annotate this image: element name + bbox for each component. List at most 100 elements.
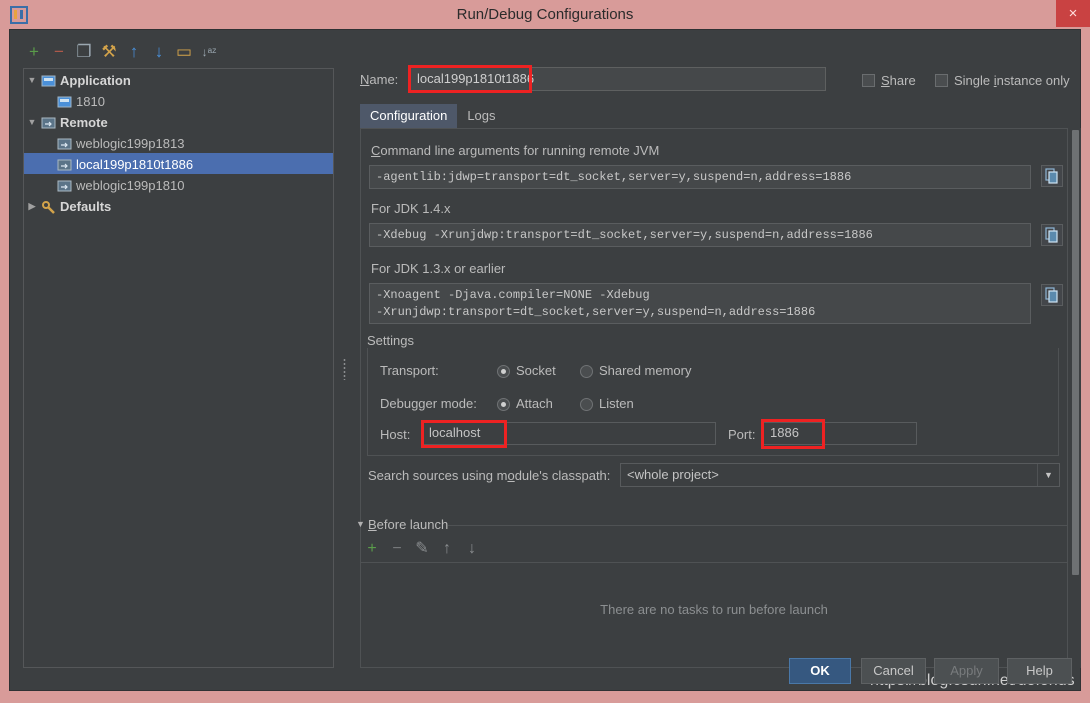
add-configuration-button[interactable]: +	[23, 40, 45, 64]
tree-item-1810[interactable]: 1810	[24, 90, 333, 111]
radio-debugger-attach[interactable]: Attach	[497, 396, 553, 412]
tree-group-defaults[interactable]: ▶ Defaults	[24, 195, 333, 216]
copy-icon: ❐	[76, 42, 92, 61]
before-launch-header: ▼ Before launch	[356, 517, 1068, 533]
before-launch-twisty-icon[interactable]: ▼	[356, 519, 365, 529]
chevron-right-icon[interactable]: ▶	[24, 196, 40, 217]
help-button[interactable]: Help	[1007, 658, 1072, 684]
tree-item-label: local199p1810t1886	[76, 157, 194, 173]
before-launch-add-button[interactable]: +	[360, 538, 384, 560]
configurations-tree[interactable]: ▼ Application 1810 ▼ Remote weblogic199p1813 l…	[23, 68, 334, 668]
name-input[interactable]: local199p1810t1886	[410, 67, 826, 91]
remove-configuration-button[interactable]: −	[48, 40, 70, 64]
cancel-button-label: Cancel	[873, 663, 914, 678]
radio-icon	[497, 365, 510, 379]
radio-icon	[497, 398, 510, 412]
tree-item-local199p1810t1886[interactable]: local199p1810t1886	[24, 153, 333, 174]
apply-button: Apply	[934, 658, 999, 684]
radio-icon	[580, 398, 593, 412]
dialog-body: + − ❐ ⚒ ↑ ↓ ▭ ↓ᵃᶻ ▼ Application 1810 ▼ Remote weblog…	[9, 29, 1081, 691]
tab-logs[interactable]: Logs	[457, 104, 505, 128]
config-scrollbar[interactable]	[1070, 128, 1081, 668]
tree-group-remote[interactable]: ▼ Remote	[24, 111, 333, 132]
radio-transport-shared-memory[interactable]: Shared memory	[580, 363, 691, 379]
chevron-down-icon[interactable]: ▼	[24, 70, 40, 91]
wrench-icon: ⚒	[101, 42, 117, 61]
single-instance-only-checkbox[interactable]: Single instance only	[935, 72, 1070, 88]
edit-defaults-button[interactable]: ⚒	[98, 40, 120, 64]
before-launch-divider	[448, 525, 1068, 526]
pencil-icon: ✎	[415, 540, 429, 557]
command-line-value[interactable]: -agentlib:jdwp=transport=dt_socket,serve…	[369, 165, 1031, 189]
tree-item-label: Remote	[60, 115, 108, 131]
close-icon[interactable]: ×	[1056, 0, 1090, 27]
transport-label: Transport:	[380, 363, 439, 378]
application-icon	[56, 94, 73, 108]
window-title: Run/Debug Configurations	[456, 6, 634, 23]
copy-command-line-button[interactable]	[1041, 165, 1063, 187]
run-debug-configurations-window: Run/Debug Configurations × + − ❐ ⚒ ↑ ↓ ▭ ↓ᵃᶻ ▼ A…	[0, 0, 1090, 703]
ok-button[interactable]: OK	[789, 658, 851, 684]
radio-debugger-listen-label: Listen	[599, 396, 634, 411]
jdk14-value[interactable]: -Xdebug -Xrunjdwp:transport=dt_socket,se…	[369, 223, 1031, 247]
tree-item-label: weblogic199p1813	[76, 136, 185, 152]
name-label-mnemonic: N	[360, 72, 370, 87]
radio-transport-socket-label: Socket	[516, 363, 556, 378]
copy-jdk14-button[interactable]	[1041, 224, 1063, 246]
copy-configuration-button[interactable]: ❐	[73, 40, 95, 64]
share-checkbox[interactable]: Share	[862, 72, 916, 88]
arrow-up-icon: ↑	[129, 42, 139, 61]
sort-configurations-button[interactable]: ↓ᵃᶻ	[198, 40, 220, 64]
jdk13-label: For JDK 1.3.x or earlier	[371, 261, 506, 276]
sort-az-icon: ↓ᵃᶻ	[201, 45, 217, 59]
copy-jdk13-button[interactable]	[1041, 284, 1063, 306]
folder-icon: ▭	[175, 42, 193, 61]
before-launch-list[interactable]: There are no tasks to run before launch	[360, 562, 1068, 668]
before-launch-edit-button[interactable]: ✎	[410, 538, 434, 560]
config-scrollbar-thumb[interactable]	[1072, 130, 1079, 575]
tree-item-label: weblogic199p1810	[76, 178, 185, 194]
radio-debugger-listen[interactable]: Listen	[580, 396, 634, 412]
remote-icon	[56, 157, 73, 171]
jdk13-value[interactable]: -Xnoagent -Djava.compiler=NONE -Xdebug -…	[369, 283, 1031, 324]
minus-icon: −	[392, 540, 402, 557]
port-label: Port:	[728, 427, 756, 442]
before-launch-empty-text: There are no tasks to run before launch	[600, 602, 828, 617]
cancel-button[interactable]: Cancel	[861, 658, 926, 684]
before-launch-remove-button[interactable]: −	[385, 538, 409, 560]
radio-transport-socket[interactable]: Socket	[497, 363, 556, 379]
before-launch-title: Before launch	[368, 517, 449, 532]
configurations-toolbar: + − ❐ ⚒ ↑ ↓ ▭ ↓ᵃᶻ	[23, 40, 333, 66]
radio-debugger-attach-label: Attach	[516, 396, 553, 411]
share-checkbox-label: Share	[881, 73, 916, 89]
create-folder-button[interactable]: ▭	[173, 40, 195, 64]
remote-icon	[40, 115, 57, 129]
before-launch-move-down-button[interactable]: ↓	[460, 538, 484, 560]
tab-logs-label: Logs	[467, 108, 496, 123]
panel-splitter[interactable]	[340, 68, 350, 668]
before-launch-toolbar: + − ✎ ↑ ↓	[360, 538, 560, 560]
port-input[interactable]: 1886	[763, 422, 917, 445]
tab-configuration[interactable]: Configuration	[360, 104, 458, 128]
window-titlebar: Run/Debug Configurations ×	[0, 0, 1090, 29]
application-icon	[40, 73, 57, 87]
name-label-rest: ame:	[369, 72, 399, 87]
tree-item-weblogic199p1813[interactable]: weblogic199p1813	[24, 132, 333, 153]
classpath-selected-value: <whole project>	[627, 467, 719, 482]
plus-icon: +	[367, 540, 377, 557]
classpath-select[interactable]: <whole project> ▼	[620, 463, 1060, 487]
before-launch-move-up-button[interactable]: ↑	[435, 538, 459, 560]
tree-item-weblogic199p1810[interactable]: weblogic199p1810	[24, 174, 333, 195]
settings-group-title: Settings	[367, 333, 420, 348]
config-tabs: Configuration Logs	[360, 104, 506, 128]
radio-icon	[580, 365, 593, 379]
remote-icon	[56, 178, 73, 192]
tree-group-application[interactable]: ▼ Application	[24, 69, 333, 90]
debugger-mode-label: Debugger mode:	[380, 396, 477, 411]
chevron-down-icon[interactable]: ▼	[24, 112, 40, 133]
chevron-down-icon[interactable]: ▼	[1037, 464, 1059, 486]
move-up-button[interactable]: ↑	[123, 40, 145, 64]
move-down-button[interactable]: ↓	[148, 40, 170, 64]
splitter-grip-icon	[343, 358, 346, 380]
host-input[interactable]: localhost	[422, 422, 716, 445]
